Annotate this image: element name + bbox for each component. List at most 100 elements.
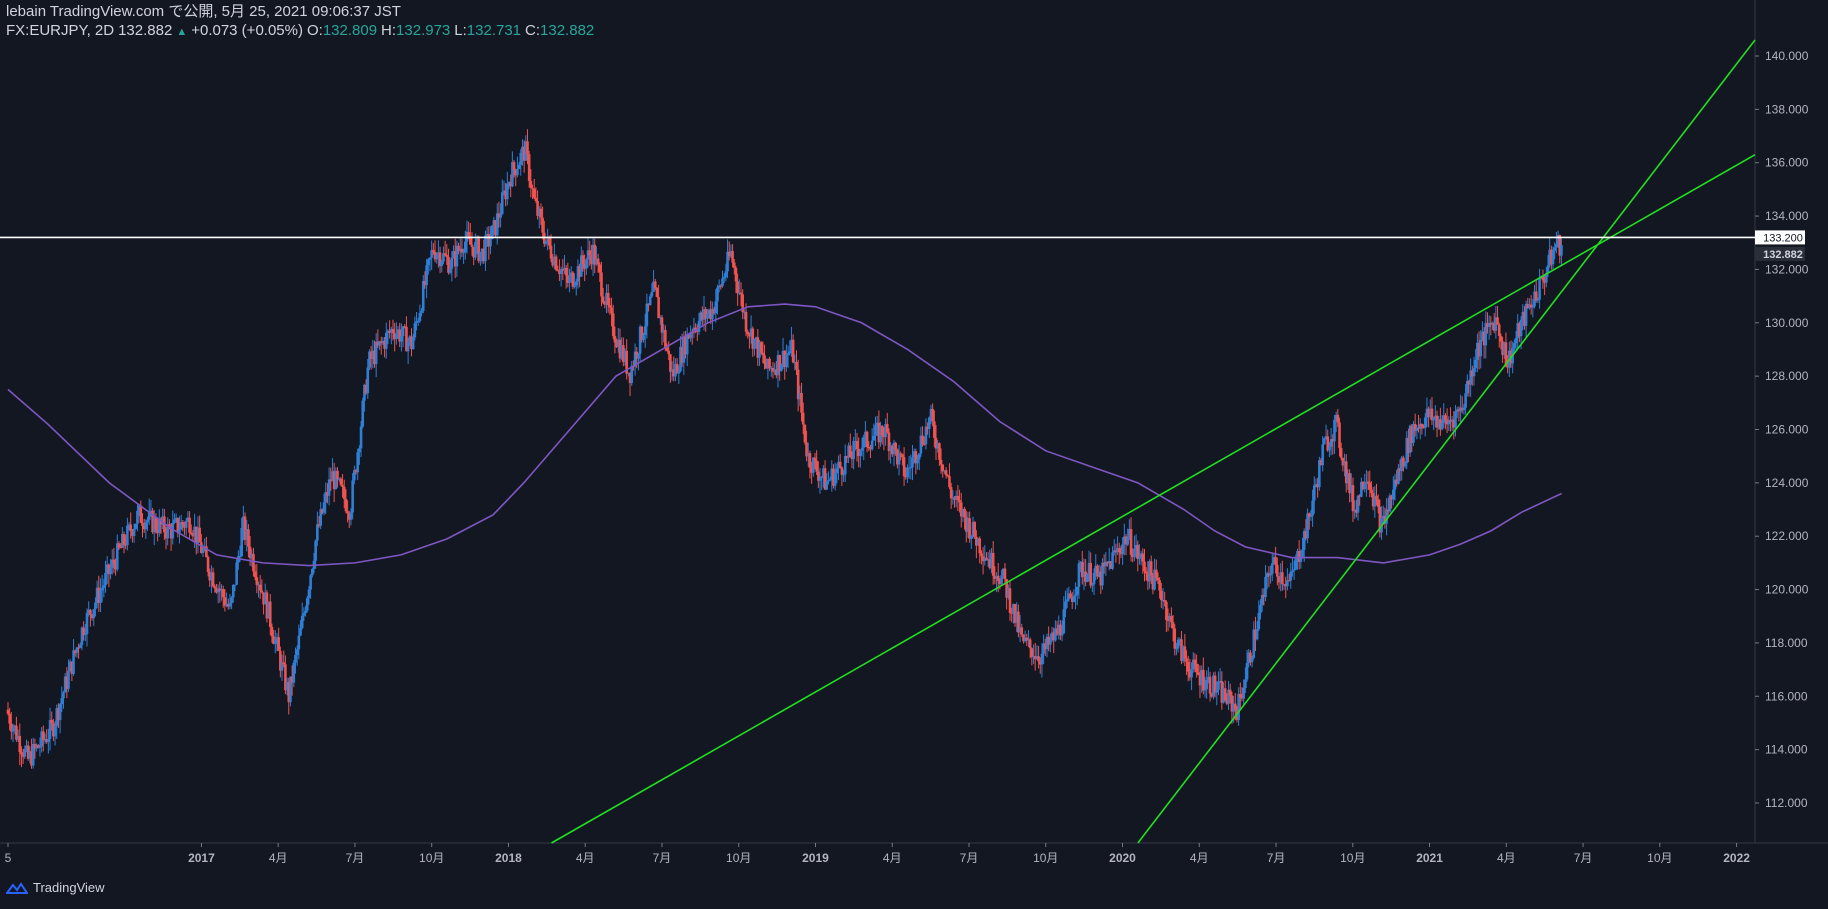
candle-body: [8, 713, 11, 724]
candle-body: [978, 538, 982, 554]
candle-body: [1287, 580, 1291, 582]
candle-body: [606, 292, 610, 306]
candle-body: [89, 609, 92, 615]
candle-body: [42, 731, 45, 741]
candle-body: [862, 436, 866, 448]
x-tick-label: 4月: [269, 851, 288, 865]
candle-body: [1464, 393, 1467, 408]
candle-body: [1089, 562, 1092, 586]
candle-body: [1205, 680, 1208, 690]
candle-body: [664, 329, 667, 348]
candle-body: [1370, 489, 1373, 494]
candle-body: [973, 522, 976, 537]
y-tick-label: 120.000: [1765, 583, 1809, 597]
candle-body: [1223, 688, 1227, 701]
candle-body: [361, 400, 365, 427]
candle-body: [316, 524, 319, 541]
candle-body: [1244, 679, 1247, 689]
candle-body: [1259, 604, 1262, 613]
candle-body: [1479, 339, 1483, 357]
candle-body: [1242, 688, 1245, 699]
candle-body: [1166, 619, 1170, 621]
candle-body: [1008, 588, 1012, 613]
candle-body: [238, 556, 242, 558]
candle-body: [927, 417, 931, 429]
candle-body: [1328, 446, 1331, 451]
x-tick-label: 7月: [1267, 851, 1286, 865]
candle-body: [299, 628, 302, 636]
candle-body: [489, 238, 492, 247]
y-tick-label: 118.000: [1765, 636, 1808, 650]
candle-body: [84, 633, 87, 636]
candle-body: [1000, 575, 1003, 585]
candle-body: [1403, 463, 1407, 467]
candle-body: [1309, 515, 1313, 517]
candle-body: [1195, 663, 1198, 673]
candle-body: [1356, 495, 1360, 513]
candle-body: [991, 552, 995, 576]
y-tick-label: 126.000: [1765, 422, 1809, 436]
candle-body: [23, 749, 27, 757]
candle-body: [274, 639, 277, 644]
candle-body: [870, 440, 874, 450]
candle-body: [206, 557, 210, 573]
candle-body: [1149, 561, 1153, 576]
candle-body: [484, 235, 487, 262]
candle-body: [1037, 656, 1040, 662]
candle-body: [512, 161, 516, 170]
candle-body: [996, 575, 1000, 581]
candle-body: [1420, 423, 1424, 428]
candle-body: [1158, 580, 1161, 591]
candle-body: [336, 470, 339, 479]
candle-body: [1474, 360, 1477, 369]
candle-body: [894, 442, 897, 450]
candle-body: [253, 571, 257, 578]
candle-body: [67, 671, 70, 689]
candle-body: [1196, 672, 1200, 675]
candle-body: [416, 320, 420, 322]
candle-body: [445, 255, 449, 257]
candle-body: [268, 601, 272, 627]
candle-body: [102, 585, 106, 588]
candle-body: [1133, 548, 1136, 557]
candle-body: [885, 424, 889, 433]
candle-body: [874, 425, 877, 436]
y-tick-label: 134.000: [1765, 209, 1809, 223]
candle-body: [144, 522, 148, 530]
candle-body: [1215, 689, 1219, 693]
candle-body: [970, 535, 973, 539]
candle-body: [1497, 324, 1501, 336]
candle-body: [1423, 417, 1427, 429]
y-tick-label: 114.000: [1765, 743, 1808, 757]
candle-body: [820, 477, 824, 479]
candle-body: [20, 752, 23, 755]
candle-body: [292, 662, 296, 683]
candle-body: [1086, 574, 1089, 582]
candle-body: [906, 467, 909, 478]
candle-body: [351, 480, 354, 513]
candle-body: [255, 577, 259, 585]
x-tick-label: 10月: [726, 851, 751, 865]
candles: [6, 129, 1563, 769]
candle-body: [655, 287, 659, 297]
tradingview-logo[interactable]: TradingView: [6, 880, 105, 895]
candle-body: [1190, 669, 1193, 678]
candle-body: [1496, 317, 1499, 325]
candle-body: [554, 256, 558, 270]
candle-body: [860, 447, 864, 451]
candle-body: [568, 276, 571, 283]
candle-body: [1338, 422, 1341, 449]
candle-body: [800, 392, 803, 413]
candle-body: [1228, 689, 1232, 696]
candle-body: [173, 519, 176, 523]
candle-body: [1092, 572, 1096, 585]
candle-body: [1462, 407, 1466, 411]
candle-body: [112, 559, 116, 564]
candle-body: [917, 453, 921, 460]
candle-body: [341, 484, 344, 487]
candle-body: [786, 353, 790, 356]
candle-body: [1111, 552, 1114, 569]
candle-body: [825, 481, 829, 490]
price-chart[interactable]: 112.000 114.000 116.000 118.000 120.000 122.0…: [0, 0, 1828, 909]
candle-body: [418, 312, 422, 321]
